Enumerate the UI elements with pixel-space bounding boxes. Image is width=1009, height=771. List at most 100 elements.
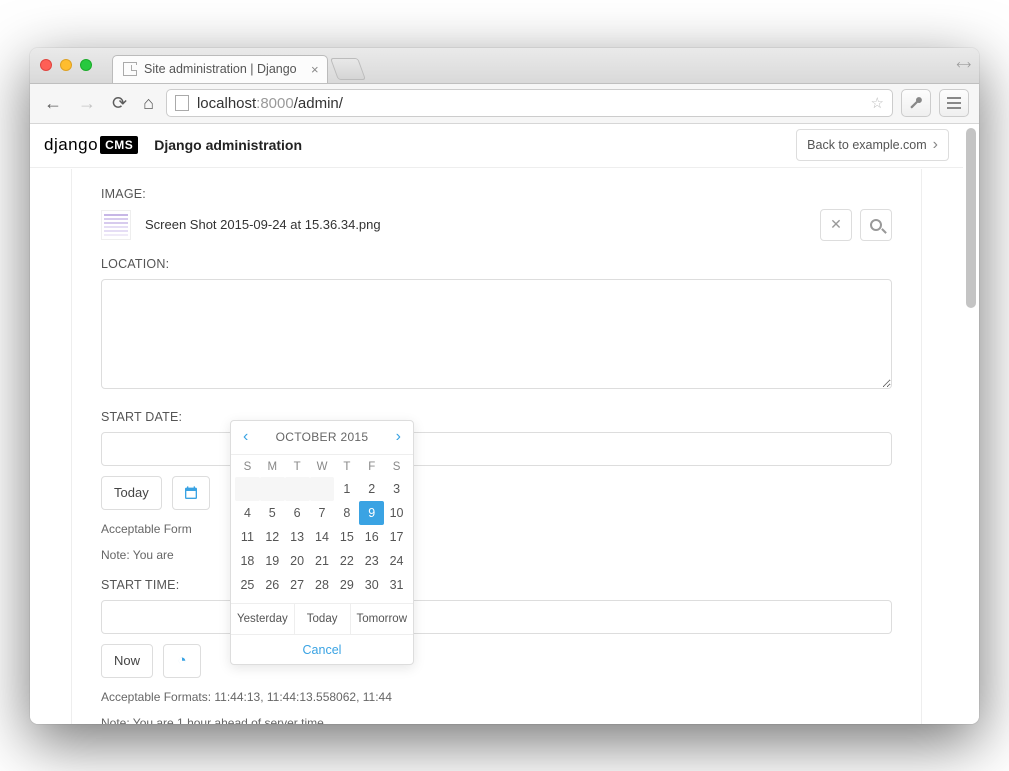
day-cell[interactable]: 20 [285, 549, 310, 573]
search-icon [870, 219, 882, 231]
address-bar[interactable]: localhost:8000/admin/ ☆ [166, 89, 893, 117]
day-cell[interactable]: 15 [334, 525, 359, 549]
weekday-label: F [359, 461, 384, 473]
scrollbar-thumb[interactable] [966, 128, 976, 308]
start-time-label: START TIME: [101, 578, 892, 592]
start-date-label: START DATE: [101, 410, 892, 424]
back-to-site-link[interactable]: Back to example.com [796, 129, 949, 161]
admin-title: Django administration [154, 137, 302, 153]
admin-header: django CMS Django administration Back to… [30, 124, 963, 168]
image-label: IMAGE: [101, 187, 892, 201]
tab-close-icon[interactable]: × [311, 62, 319, 77]
day-cell[interactable]: 9 [359, 501, 384, 525]
tomorrow-shortcut-button[interactable]: Tomorrow [351, 604, 413, 634]
day-cell[interactable]: 8 [334, 501, 359, 525]
extension-button[interactable] [901, 89, 931, 117]
day-cell[interactable]: 10 [384, 501, 409, 525]
now-button[interactable]: Now [101, 644, 153, 678]
start-time-input[interactable] [101, 600, 892, 634]
date-formats-hint: Acceptable Form [101, 522, 892, 536]
date-tz-note: Note: You are [101, 548, 892, 562]
prev-month-button[interactable]: ‹ [239, 428, 252, 446]
image-field-row: Screen Shot 2015-09-24 at 15.36.34.png ✕ [101, 209, 892, 241]
site-info-icon[interactable] [175, 95, 189, 111]
day-cell[interactable]: 23 [359, 549, 384, 573]
today-button[interactable]: Today [101, 476, 162, 510]
window-zoom-icon[interactable] [80, 59, 92, 71]
day-cell[interactable]: 17 [384, 525, 409, 549]
weekday-label: S [235, 461, 260, 473]
weekday-label: T [334, 461, 359, 473]
day-cell[interactable]: 30 [359, 573, 384, 597]
day-cell[interactable]: 5 [260, 501, 285, 525]
day-cell[interactable]: 24 [384, 549, 409, 573]
open-clock-button[interactable]: ◔ [163, 644, 201, 678]
today-shortcut-button[interactable]: Today [295, 604, 351, 634]
start-date-input[interactable] [101, 432, 892, 466]
day-cell[interactable]: 26 [260, 573, 285, 597]
day-cell[interactable]: 28 [310, 573, 335, 597]
day-cell[interactable]: 11 [235, 525, 260, 549]
day-cell[interactable]: 19 [260, 549, 285, 573]
window-controls [40, 59, 92, 71]
reload-button[interactable]: ⟳ [108, 93, 131, 114]
day-cell[interactable]: 3 [384, 477, 409, 501]
window-close-icon[interactable] [40, 59, 52, 71]
weekday-label: S [384, 461, 409, 473]
day-cell[interactable]: 25 [235, 573, 260, 597]
menu-button[interactable] [939, 89, 969, 117]
url-host: localhost:8000/admin/ [197, 95, 343, 112]
admin-form: IMAGE: Screen Shot 2015-09-24 at 15.36.3… [70, 168, 923, 724]
date-picker-header: ‹ OCTOBER 2015 › [231, 421, 413, 455]
day-cell[interactable]: 18 [235, 549, 260, 573]
window-minimize-icon[interactable] [60, 59, 72, 71]
day-cell-padding [260, 477, 285, 501]
forward-button[interactable]: → [74, 93, 100, 114]
yesterday-shortcut-button[interactable]: Yesterday [231, 604, 295, 634]
page-viewport: django CMS Django administration Back to… [30, 124, 979, 724]
image-lookup-button[interactable] [860, 209, 892, 241]
day-cell[interactable]: 12 [260, 525, 285, 549]
image-clear-button[interactable]: ✕ [820, 209, 852, 241]
weekday-label: T [285, 461, 310, 473]
back-button[interactable]: ← [40, 93, 66, 114]
location-label: LOCATION: [101, 257, 892, 271]
day-cell[interactable]: 27 [285, 573, 310, 597]
clock-icon: ◔ [177, 652, 186, 669]
day-cell[interactable]: 6 [285, 501, 310, 525]
new-tab-button[interactable] [330, 58, 366, 80]
day-cell[interactable]: 31 [384, 573, 409, 597]
day-cell[interactable]: 1 [334, 477, 359, 501]
brand-badge: CMS [100, 136, 138, 154]
day-cell-padding [310, 477, 335, 501]
bookmark-icon[interactable]: ☆ [871, 94, 884, 112]
browser-tab[interactable]: Site administration | Django × [112, 55, 328, 83]
open-calendar-button[interactable] [172, 476, 210, 510]
next-month-button[interactable]: › [392, 428, 405, 446]
day-cell[interactable]: 7 [310, 501, 335, 525]
wrench-icon [909, 96, 923, 110]
location-textarea[interactable] [101, 279, 892, 389]
today-button-label: Today [114, 485, 149, 500]
image-thumbnail[interactable] [101, 210, 131, 240]
time-formats-hint: Acceptable Formats: 11:44:13, 11:44:13.5… [101, 690, 892, 704]
brand-logo: django CMS [44, 135, 138, 155]
brand-text: django [44, 135, 98, 155]
now-button-label: Now [114, 653, 140, 668]
window-expand-icon[interactable]: ⤢ [953, 54, 973, 74]
day-cell[interactable]: 21 [310, 549, 335, 573]
date-picker-cancel-button[interactable]: Cancel [231, 634, 413, 664]
day-cell[interactable]: 29 [334, 573, 359, 597]
weekday-label: W [310, 461, 335, 473]
day-cell[interactable]: 14 [310, 525, 335, 549]
home-button[interactable]: ⌂ [139, 93, 158, 114]
day-cell-padding [285, 477, 310, 501]
weekday-label: M [260, 461, 285, 473]
day-cell[interactable]: 22 [334, 549, 359, 573]
day-cell[interactable]: 13 [285, 525, 310, 549]
date-picker-month: OCTOBER 2015 [276, 430, 369, 444]
day-cell[interactable]: 2 [359, 477, 384, 501]
day-cell[interactable]: 4 [235, 501, 260, 525]
tab-title: Site administration | Django [144, 62, 297, 76]
day-cell[interactable]: 16 [359, 525, 384, 549]
